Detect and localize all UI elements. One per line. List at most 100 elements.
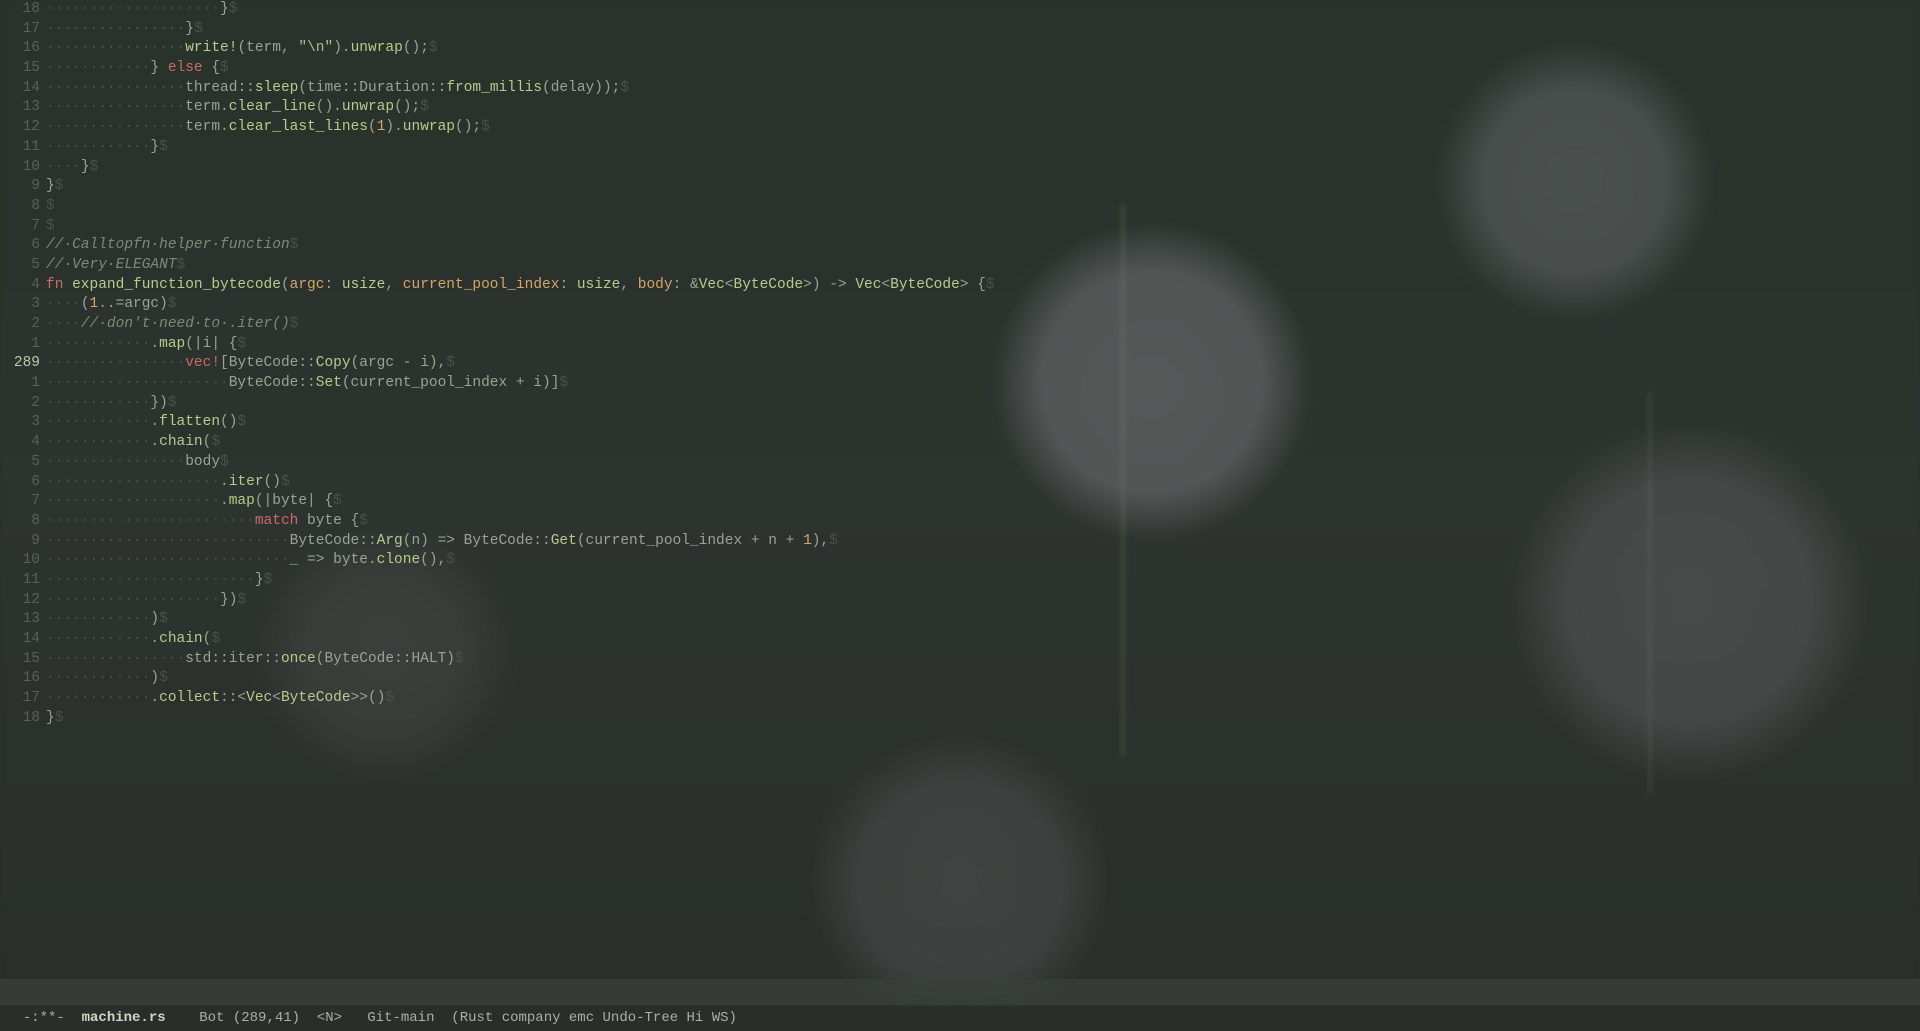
code-content: ················write!(term, "\n").unwra… bbox=[46, 39, 1920, 59]
code-content: ·····················ByteCode::Set(curre… bbox=[46, 374, 1920, 394]
eol-marker: $ bbox=[177, 257, 186, 273]
code-line[interactable]: 7$ bbox=[0, 217, 1920, 237]
code-content: ························match byte {$ bbox=[46, 512, 1920, 532]
code-line[interactable]: 9}$ bbox=[0, 177, 1920, 197]
line-number: 5 bbox=[0, 453, 46, 473]
code-line[interactable]: 8························match byte {$ bbox=[0, 512, 1920, 532]
code-content: ············})$ bbox=[46, 394, 1920, 414]
eol-marker: $ bbox=[220, 454, 229, 470]
code-line[interactable]: 9····························ByteCode::A… bbox=[0, 532, 1920, 552]
modeline-modified: -:**- bbox=[23, 1010, 82, 1026]
code-line[interactable]: 2····//·don't·need·to·.iter()$ bbox=[0, 315, 1920, 335]
code-content: ····················}$ bbox=[46, 0, 1920, 20]
code-line[interactable]: 17············.collect::<Vec<ByteCode>>(… bbox=[0, 689, 1920, 709]
eol-marker: $ bbox=[559, 375, 568, 391]
code-content: ················term.clear_last_lines(1)… bbox=[46, 118, 1920, 138]
code-line[interactable]: 10····}$ bbox=[0, 158, 1920, 178]
code-line[interactable]: 10····························_ => byte.… bbox=[0, 551, 1920, 571]
code-content: $ bbox=[46, 197, 1920, 217]
code-content: ····················})$ bbox=[46, 591, 1920, 611]
line-number: 10 bbox=[0, 551, 46, 571]
line-number: 14 bbox=[0, 630, 46, 650]
code-line[interactable]: 12················term.clear_last_lines(… bbox=[0, 118, 1920, 138]
line-number: 16 bbox=[0, 669, 46, 689]
code-line[interactable]: 13············)$ bbox=[0, 610, 1920, 630]
line-number: 7 bbox=[0, 492, 46, 512]
code-line[interactable]: 289················vec![ByteCode::Copy(a… bbox=[0, 354, 1920, 374]
line-number: 13 bbox=[0, 610, 46, 630]
code-line[interactable]: 13················term.clear_line().unwr… bbox=[0, 98, 1920, 118]
code-line[interactable]: 15············} else {$ bbox=[0, 59, 1920, 79]
line-number: 11 bbox=[0, 138, 46, 158]
code-line[interactable]: 11························}$ bbox=[0, 571, 1920, 591]
code-content: ····················.iter()$ bbox=[46, 473, 1920, 493]
code-line[interactable]: 1············.map(|i| {$ bbox=[0, 335, 1920, 355]
code-line[interactable]: 12····················})$ bbox=[0, 591, 1920, 611]
code-line[interactable]: 15················std::iter::once(ByteCo… bbox=[0, 650, 1920, 670]
code-line[interactable]: 18····················}$ bbox=[0, 0, 1920, 20]
eol-marker: $ bbox=[481, 119, 490, 135]
line-number: 2 bbox=[0, 315, 46, 335]
eol-marker: $ bbox=[446, 355, 455, 371]
eol-marker: $ bbox=[281, 474, 290, 490]
code-line[interactable]: 3············.flatten()$ bbox=[0, 413, 1920, 433]
line-number: 1 bbox=[0, 374, 46, 394]
code-line[interactable]: 5················body$ bbox=[0, 453, 1920, 473]
code-line[interactable]: 6····················.iter()$ bbox=[0, 473, 1920, 493]
code-content: ················std::iter::once(ByteCode… bbox=[46, 650, 1920, 670]
code-line[interactable]: 18}$ bbox=[0, 709, 1920, 729]
line-number: 289 bbox=[0, 354, 46, 374]
code-line[interactable]: 8$ bbox=[0, 197, 1920, 217]
eol-marker: $ bbox=[55, 710, 64, 726]
line-number: 15 bbox=[0, 650, 46, 670]
eol-marker: $ bbox=[90, 159, 99, 175]
code-line[interactable]: 4fn expand_function_bytecode(argc: usize… bbox=[0, 276, 1920, 296]
code-line[interactable]: 7····················.map(|byte| {$ bbox=[0, 492, 1920, 512]
code-content: ············} else {$ bbox=[46, 59, 1920, 79]
code-content: }$ bbox=[46, 709, 1920, 729]
eol-marker: $ bbox=[290, 237, 299, 253]
code-line[interactable]: 6//·Calltopfn·helper·function$ bbox=[0, 236, 1920, 256]
line-number: 16 bbox=[0, 39, 46, 59]
code-content: ············.collect::<Vec<ByteCode>>()$ bbox=[46, 689, 1920, 709]
code-line[interactable]: 16················write!(term, "\n").unw… bbox=[0, 39, 1920, 59]
code-content: ····························_ => byte.cl… bbox=[46, 551, 1920, 571]
code-line[interactable]: 3····(1..=argc)$ bbox=[0, 295, 1920, 315]
code-line[interactable]: 5//·Very·ELEGANT$ bbox=[0, 256, 1920, 276]
code-content: ················term.clear_line().unwrap… bbox=[46, 98, 1920, 118]
code-line[interactable]: 14················thread::sleep(time::Du… bbox=[0, 79, 1920, 99]
line-number: 6 bbox=[0, 236, 46, 256]
line-number: 17 bbox=[0, 20, 46, 40]
modeline-status: Bot (289,41) <N> Git-main (Rust company … bbox=[166, 1010, 737, 1026]
code-content: }$ bbox=[46, 177, 1920, 197]
line-number: 12 bbox=[0, 118, 46, 138]
eol-marker: $ bbox=[220, 60, 229, 76]
eol-marker: $ bbox=[159, 670, 168, 686]
line-number: 9 bbox=[0, 532, 46, 552]
code-content: //·Very·ELEGANT$ bbox=[46, 256, 1920, 276]
line-number: 13 bbox=[0, 98, 46, 118]
eol-marker: $ bbox=[237, 414, 246, 430]
code-line[interactable]: 2············})$ bbox=[0, 394, 1920, 414]
line-number: 10 bbox=[0, 158, 46, 178]
code-line[interactable]: 16············)$ bbox=[0, 669, 1920, 689]
line-number: 12 bbox=[0, 591, 46, 611]
code-line[interactable]: 11············}$ bbox=[0, 138, 1920, 158]
code-editor[interactable]: 18····················}$17··············… bbox=[0, 0, 1920, 979]
eol-marker: $ bbox=[986, 277, 995, 293]
code-content: ····················.map(|byte| {$ bbox=[46, 492, 1920, 512]
line-number: 18 bbox=[0, 0, 46, 20]
eol-marker: $ bbox=[194, 21, 203, 37]
modeline: -:**- machine.rs Bot (289,41) <N> Git-ma… bbox=[0, 979, 1920, 1005]
line-number: 4 bbox=[0, 433, 46, 453]
eol-marker: $ bbox=[620, 80, 629, 96]
line-number: 7 bbox=[0, 217, 46, 237]
eol-marker: $ bbox=[46, 218, 55, 234]
eol-marker: $ bbox=[333, 493, 342, 509]
eol-marker: $ bbox=[211, 434, 220, 450]
code-line[interactable]: 1·····················ByteCode::Set(curr… bbox=[0, 374, 1920, 394]
code-line[interactable]: 14············.chain($ bbox=[0, 630, 1920, 650]
code-line[interactable]: 17················}$ bbox=[0, 20, 1920, 40]
code-line[interactable]: 4············.chain($ bbox=[0, 433, 1920, 453]
code-content: ················thread::sleep(time::Dura… bbox=[46, 79, 1920, 99]
